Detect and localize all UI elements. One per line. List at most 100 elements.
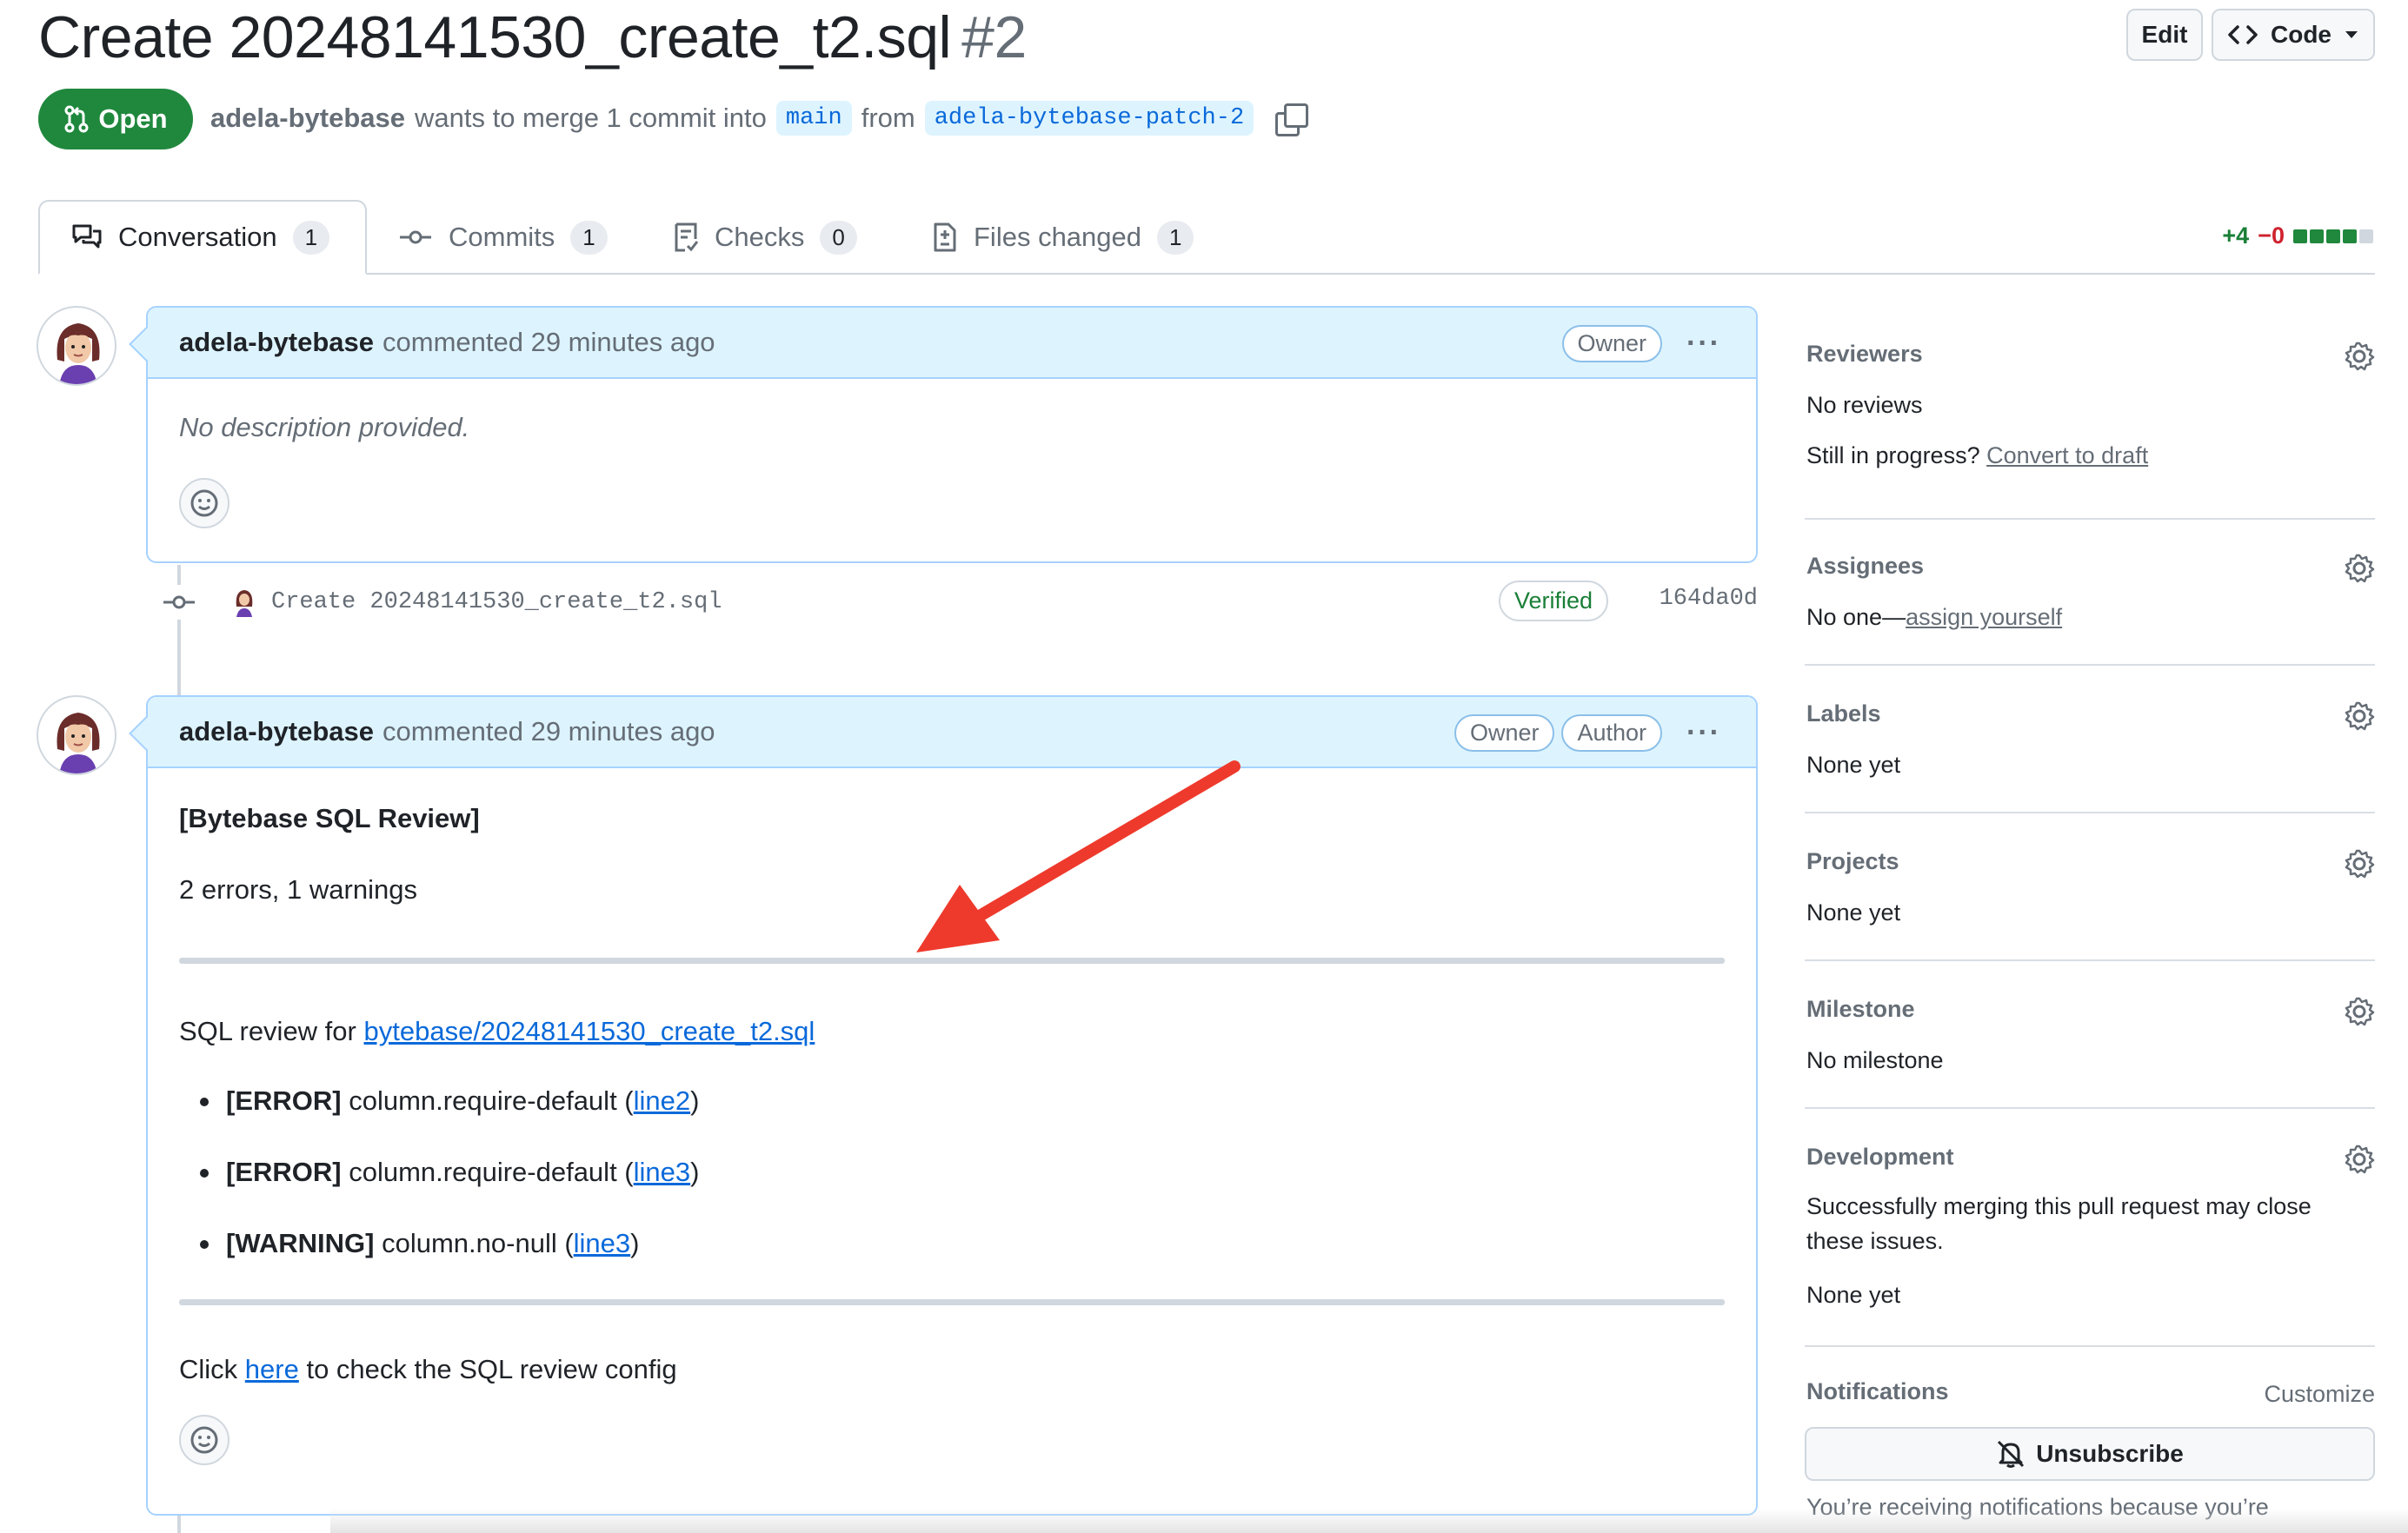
- tab-commits-label: Commits: [449, 222, 555, 252]
- gear-icon[interactable]: [2344, 553, 2375, 584]
- assignees-value: No one—assign yourself: [1806, 600, 2062, 634]
- development-description: Successfully merging this pull request m…: [1806, 1193, 2312, 1254]
- unsubscribe-label: Unsubscribe: [2036, 1440, 2184, 1467]
- sidebar-development: Development Successfully merging this pu…: [1805, 1135, 2375, 1347]
- development-title[interactable]: Development: [1806, 1144, 1954, 1171]
- avatar[interactable]: [37, 306, 116, 386]
- issue-rule: column.no-null: [382, 1228, 557, 1258]
- review-file-line: SQL review for bytebase/20248141530_crea…: [179, 1016, 1725, 1047]
- reviewers-title[interactable]: Reviewers: [1806, 341, 1923, 368]
- gear-icon[interactable]: [2344, 341, 2375, 372]
- pr-state-badge: Open: [38, 89, 193, 149]
- avatar-illustration: [57, 713, 100, 773]
- tabs-divider: [38, 273, 2375, 275]
- pr-author-link[interactable]: adela-bytebase: [210, 103, 405, 134]
- commit-row: Create 20248141530_create_t2.sql Verifie…: [162, 579, 1758, 626]
- labels-title[interactable]: Labels: [1806, 700, 1881, 727]
- issue-line-link[interactable]: line3: [634, 1157, 691, 1187]
- diffstat-additions: +4: [2222, 222, 2250, 249]
- gear-icon[interactable]: [2344, 996, 2375, 1027]
- footer-suffix: to check the SQL review config: [306, 1354, 677, 1384]
- issue-level: [ERROR]: [226, 1157, 342, 1187]
- author-badge: Author: [1561, 713, 1663, 752]
- review-prefix: SQL review for: [179, 1016, 356, 1046]
- verified-badge[interactable]: Verified: [1498, 581, 1608, 621]
- comment-timestamp[interactable]: commented 29 minutes ago: [382, 327, 715, 358]
- issue-rule: column.require-default: [349, 1157, 617, 1187]
- convert-to-draft-link[interactable]: Convert to draft: [1986, 442, 2148, 468]
- comment-timestamp[interactable]: commented 29 minutes ago: [382, 716, 715, 747]
- tab-files-changed[interactable]: Files changed 1: [932, 200, 1194, 275]
- footer-prefix: Click: [179, 1354, 238, 1384]
- git-commit-icon: [162, 585, 196, 620]
- list-item: [WARNING] column.no-null (line3): [179, 1228, 1725, 1259]
- copy-icon[interactable]: [1275, 103, 1309, 136]
- tab-commits-count: 1: [570, 220, 608, 255]
- owner-badge: Owner: [1453, 713, 1555, 752]
- comment-discussion-icon: [72, 224, 102, 249]
- annotation-arrow-icon: [916, 760, 1241, 952]
- code-button-label: Code: [2271, 21, 2332, 48]
- comment-card: adela-bytebase commented 29 minutes ago …: [146, 306, 1758, 563]
- code-icon: [2228, 25, 2258, 44]
- gear-icon[interactable]: [2344, 700, 2375, 732]
- gear-icon[interactable]: [2344, 848, 2375, 879]
- list-item: [ERROR] column.require-default (line3): [179, 1157, 1725, 1188]
- config-link[interactable]: here: [245, 1354, 299, 1384]
- comment-author[interactable]: adela-bytebase: [179, 327, 374, 358]
- sidebar-reviewers: Reviewers No reviews Still in progress? …: [1805, 330, 2375, 520]
- add-reaction-button[interactable]: [179, 478, 229, 528]
- unsubscribe-button[interactable]: Unsubscribe: [1805, 1427, 2375, 1481]
- pr-title: Create 20248141530_create_t2.sql #2: [38, 3, 1027, 71]
- git-commit-icon: [400, 230, 431, 244]
- more-options-icon[interactable]: ···: [1686, 327, 1721, 361]
- base-branch[interactable]: main: [775, 101, 852, 136]
- avatar-illustration: [57, 323, 100, 384]
- labels-value: None yet: [1806, 752, 1901, 778]
- draft-hint: Still in progress?: [1806, 442, 1980, 468]
- bottom-fade: [330, 1509, 2408, 1533]
- issue-level: [ERROR]: [226, 1085, 342, 1116]
- file-diff-icon: [934, 222, 956, 252]
- milestone-title[interactable]: Milestone: [1806, 996, 1915, 1023]
- sidebar-milestone: Milestone No milestone: [1805, 987, 2375, 1109]
- more-options-icon[interactable]: ···: [1686, 716, 1721, 750]
- issue-line-link[interactable]: line3: [574, 1228, 631, 1258]
- add-reaction-button[interactable]: [179, 1415, 229, 1465]
- review-file-link[interactable]: bytebase/20248141530_create_t2.sql: [364, 1016, 815, 1046]
- tab-checks[interactable]: Checks 0: [673, 200, 857, 275]
- tab-commits[interactable]: Commits 1: [398, 200, 608, 275]
- avatar[interactable]: [37, 695, 116, 775]
- comment-author[interactable]: adela-bytebase: [179, 716, 374, 747]
- notifications-customize-link[interactable]: Customize: [2264, 1377, 2375, 1411]
- sidebar-projects: Projects None yet: [1805, 840, 2375, 961]
- commit-message[interactable]: Create 20248141530_create_t2.sql: [271, 589, 722, 615]
- pr-from-text: from: [861, 103, 915, 133]
- assignees-title[interactable]: Assignees: [1806, 553, 1924, 580]
- reviewers-value: No reviews: [1806, 392, 1923, 418]
- chevron-down-icon: [2345, 31, 2358, 38]
- assign-yourself-link[interactable]: assign yourself: [1906, 604, 2062, 630]
- checklist-icon: [675, 222, 699, 252]
- pr-state-label: Open: [98, 103, 168, 134]
- edit-button[interactable]: Edit: [2126, 9, 2203, 61]
- gear-icon[interactable]: [2344, 1144, 2375, 1175]
- milestone-value: No milestone: [1806, 1047, 1944, 1073]
- pr-merge-text: wants to merge 1 commit into: [415, 103, 767, 133]
- diffstat-deletions: −0: [2258, 222, 2285, 249]
- tab-conversation[interactable]: Conversation 1: [38, 200, 367, 275]
- commit-author-avatar[interactable]: [231, 587, 257, 617]
- code-button[interactable]: Code: [2212, 9, 2375, 61]
- tab-checks-label: Checks: [715, 222, 805, 252]
- issue-rule: column.require-default: [349, 1085, 617, 1116]
- pr-meta: adela-bytebase wants to merge 1 commit i…: [210, 101, 1309, 136]
- issue-level: [WARNING]: [226, 1228, 375, 1258]
- projects-title[interactable]: Projects: [1806, 848, 1899, 875]
- pr-number: #2: [961, 4, 1027, 70]
- head-branch[interactable]: adela-bytebase-patch-2: [924, 101, 1254, 136]
- issue-line-link[interactable]: line2: [634, 1085, 691, 1116]
- smiley-icon: [190, 489, 218, 517]
- development-value: None yet: [1806, 1282, 1901, 1308]
- commit-sha[interactable]: 164da0d: [1660, 586, 1758, 612]
- tab-checks-count: 0: [820, 220, 857, 255]
